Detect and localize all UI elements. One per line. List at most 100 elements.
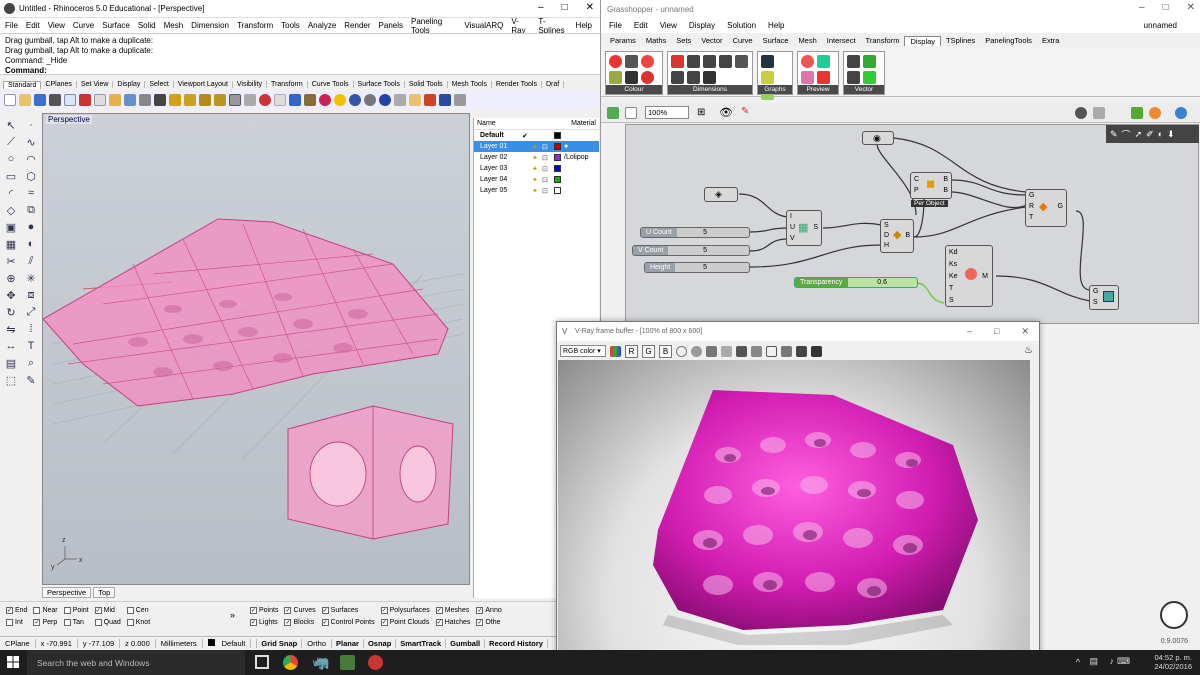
zoom-window-icon[interactable]	[184, 94, 196, 106]
tab-select[interactable]: Select	[145, 81, 174, 88]
track-mouse-icon[interactable]	[781, 345, 792, 357]
stop-render-icon[interactable]	[811, 345, 822, 357]
menu-item[interactable]: VisualARQ	[464, 21, 503, 30]
save-icon[interactable]	[34, 94, 46, 106]
create-material-icon[interactable]	[801, 71, 814, 84]
layer-row-01[interactable]: Layer 01 ✦ ⊡ ●	[474, 141, 599, 152]
ortho-toggle[interactable]: Ortho	[302, 639, 332, 648]
select-arrow-icon[interactable]: ↖	[4, 118, 18, 132]
colour-per-object-node[interactable]: C P ◼ B B	[910, 172, 952, 199]
graph-icon[interactable]	[761, 55, 774, 68]
tab-drafting[interactable]: Draf	[542, 81, 565, 88]
taskbar-search-box[interactable]: Search the web and Windows	[27, 650, 245, 675]
text-tag-icon[interactable]	[735, 55, 748, 68]
layer-color-swatch[interactable]	[554, 176, 561, 183]
chrome-icon[interactable]	[283, 655, 298, 670]
tab-surface-tools[interactable]: Surface Tools	[354, 81, 405, 88]
surface-icon[interactable]: ◇	[4, 203, 18, 217]
menu-item[interactable]: V-Ray	[511, 17, 530, 35]
save-image-icon[interactable]	[706, 345, 717, 357]
checkbox-icon[interactable]: ✓	[94, 607, 102, 614]
zoom-level[interactable]: 100%	[645, 106, 689, 119]
filter-other[interactable]: ✓ Othe	[476, 617, 501, 628]
duplicate-vfb-icon[interactable]	[751, 345, 762, 357]
tab-mesh[interactable]: Mesh	[793, 36, 821, 45]
mirror-icon[interactable]: ⇋	[4, 322, 18, 336]
command-prompt[interactable]: Command:	[5, 66, 595, 76]
viewport-title[interactable]: Perspective	[46, 115, 92, 124]
rhino-taskbar-icon[interactable]: 🦏	[312, 654, 329, 671]
gumball-toggle[interactable]: Gumball	[446, 639, 486, 648]
colour-lab-icon[interactable]	[625, 71, 638, 84]
windows-start-icon[interactable]	[7, 656, 19, 668]
maximize-icon[interactable]: □	[1163, 2, 1169, 13]
filter-polysurfaces[interactable]: ✓ Polysurfaces	[380, 605, 430, 616]
smarttrack-toggle[interactable]: SmartTrack	[396, 639, 447, 648]
minimize-icon[interactable]: –	[1139, 2, 1145, 13]
checkbox-icon[interactable]: ✓	[435, 607, 443, 614]
tab-transform[interactable]: Transform	[861, 36, 905, 45]
green-channel-button[interactable]: G	[642, 344, 655, 358]
menu-item[interactable]: Analyze	[308, 21, 336, 30]
menu-item[interactable]: Curve	[73, 21, 94, 30]
material-name[interactable]: /Lolipop	[564, 154, 589, 161]
tab-transform[interactable]: Transform	[267, 81, 308, 88]
checkbox-icon[interactable]: ✓	[321, 607, 329, 614]
osnap-tan[interactable]: Tan	[63, 617, 89, 628]
aligned-dimension-icon[interactable]	[703, 55, 716, 68]
save-file-icon[interactable]	[625, 107, 637, 119]
layer-row-05[interactable]: Layer 05 ✦ ⊡	[474, 185, 599, 196]
network-icon[interactable]: ▤	[1089, 656, 1098, 667]
checkbox-icon[interactable]	[33, 607, 41, 614]
boolean-icon[interactable]: ◐	[24, 237, 38, 251]
osnap-knot[interactable]: Knot	[126, 617, 150, 628]
tab-render-tools[interactable]: Render Tools	[492, 81, 542, 88]
command-history[interactable]: Drag gumball, tap Alt to make a duplicat…	[0, 33, 600, 75]
menu-item[interactable]: Help	[768, 21, 784, 30]
preview-eye-icon[interactable]: 👁	[719, 106, 733, 119]
light-bulb-icon[interactable]	[334, 94, 346, 106]
menu-item[interactable]: T-Splines	[538, 17, 567, 35]
erase-tool-icon[interactable]: ✐	[1146, 129, 1154, 140]
grasshopper-taskbar-icon[interactable]	[340, 655, 355, 670]
cloud-display-icon[interactable]	[817, 55, 830, 68]
menu-item[interactable]: Solution	[727, 21, 756, 30]
blue-channel-button[interactable]: B	[659, 344, 672, 358]
menu-item[interactable]: File	[5, 21, 18, 30]
light-bulb-icon[interactable]: ✦	[532, 187, 538, 195]
menu-item[interactable]: Solid	[138, 21, 156, 30]
color-channels-icon[interactable]	[610, 345, 621, 357]
box-icon[interactable]: ▣	[4, 220, 18, 234]
record-history-toggle[interactable]: Record History	[485, 639, 548, 648]
filter-annotations[interactable]: ✓ Anno	[476, 605, 502, 616]
filter-surfaces[interactable]: ✓ Surfaces	[321, 605, 375, 616]
lock-icon[interactable]: ⊡	[542, 187, 548, 195]
tab-visibility[interactable]: Visibility	[233, 81, 268, 88]
text-icon[interactable]: T	[24, 339, 38, 353]
vray-taskbar-icon[interactable]	[368, 655, 383, 670]
osnap-cen[interactable]: Cen	[126, 605, 150, 616]
preview-mesh-icon[interactable]	[1175, 107, 1187, 119]
menu-item[interactable]: Edit	[634, 21, 648, 30]
teapot-render-icon[interactable]: ♨	[1024, 345, 1033, 356]
load-image-icon[interactable]	[721, 345, 732, 357]
loft-icon[interactable]: ⧉	[24, 203, 38, 217]
task-view-icon[interactable]	[255, 655, 269, 669]
marker-icon[interactable]	[671, 71, 684, 84]
surface-param-node[interactable]: ◈	[704, 187, 738, 202]
light-bulb-icon[interactable]: ✦	[532, 176, 538, 184]
mono-icon[interactable]	[691, 345, 702, 357]
rendered-icon[interactable]	[379, 94, 391, 106]
tab-tsplines[interactable]: TSplines	[941, 36, 980, 45]
tab-vector[interactable]: Vector	[696, 36, 727, 45]
filter-meshes[interactable]: ✓ Meshes	[435, 605, 471, 616]
download-icon[interactable]: ⬇	[1167, 129, 1175, 140]
menu-item[interactable]: Tools	[281, 21, 300, 30]
new-file-icon[interactable]	[4, 94, 16, 106]
cut-icon[interactable]	[79, 94, 91, 106]
filter-control-points[interactable]: ✓ Control Points	[321, 617, 375, 628]
close-icon[interactable]: ✕	[586, 2, 594, 13]
vector-display-icon[interactable]	[847, 55, 860, 68]
osnap-int[interactable]: Int	[6, 617, 27, 628]
checkbox-icon[interactable]	[63, 619, 71, 626]
